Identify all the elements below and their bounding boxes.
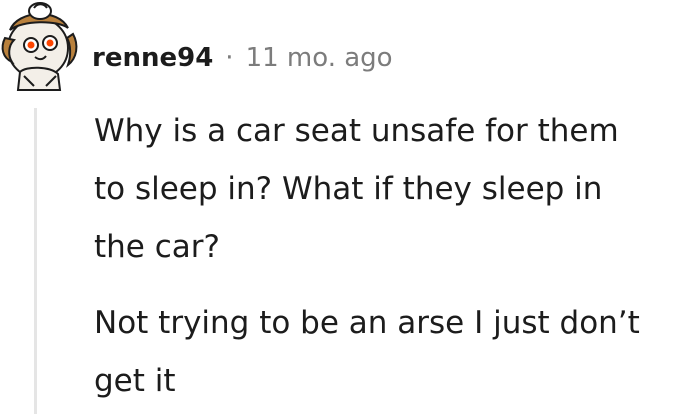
- username-link[interactable]: renne94: [92, 43, 213, 73]
- comment-line-1: Why is a car seat unsafe for them: [94, 113, 619, 149]
- comment-paragraph-2: Not trying to be an arse I just don’t ge…: [94, 294, 694, 410]
- comment-line-3: the car?: [94, 229, 220, 265]
- thread-line[interactable]: [34, 108, 37, 414]
- comment-header: renne94 · 11 mo. ago: [92, 38, 393, 78]
- comment-body: Why is a car seat unsafe for them to sle…: [94, 102, 694, 410]
- comment-timestamp[interactable]: 11 mo. ago: [246, 43, 393, 73]
- avatar[interactable]: [0, 0, 82, 92]
- comment-line-4: Not trying to be an arse I just don’t: [94, 305, 640, 341]
- comment-line-2: to sleep in? What if they sleep in: [94, 171, 603, 207]
- meta-separator: ·: [225, 43, 234, 73]
- comment-paragraph-1: Why is a car seat unsafe for them to sle…: [94, 102, 694, 276]
- comment-line-5: get it: [94, 363, 176, 399]
- comment: renne94 · 11 mo. ago Why is a car seat u…: [0, 0, 700, 414]
- snoo-avatar-icon: [1, 2, 78, 91]
